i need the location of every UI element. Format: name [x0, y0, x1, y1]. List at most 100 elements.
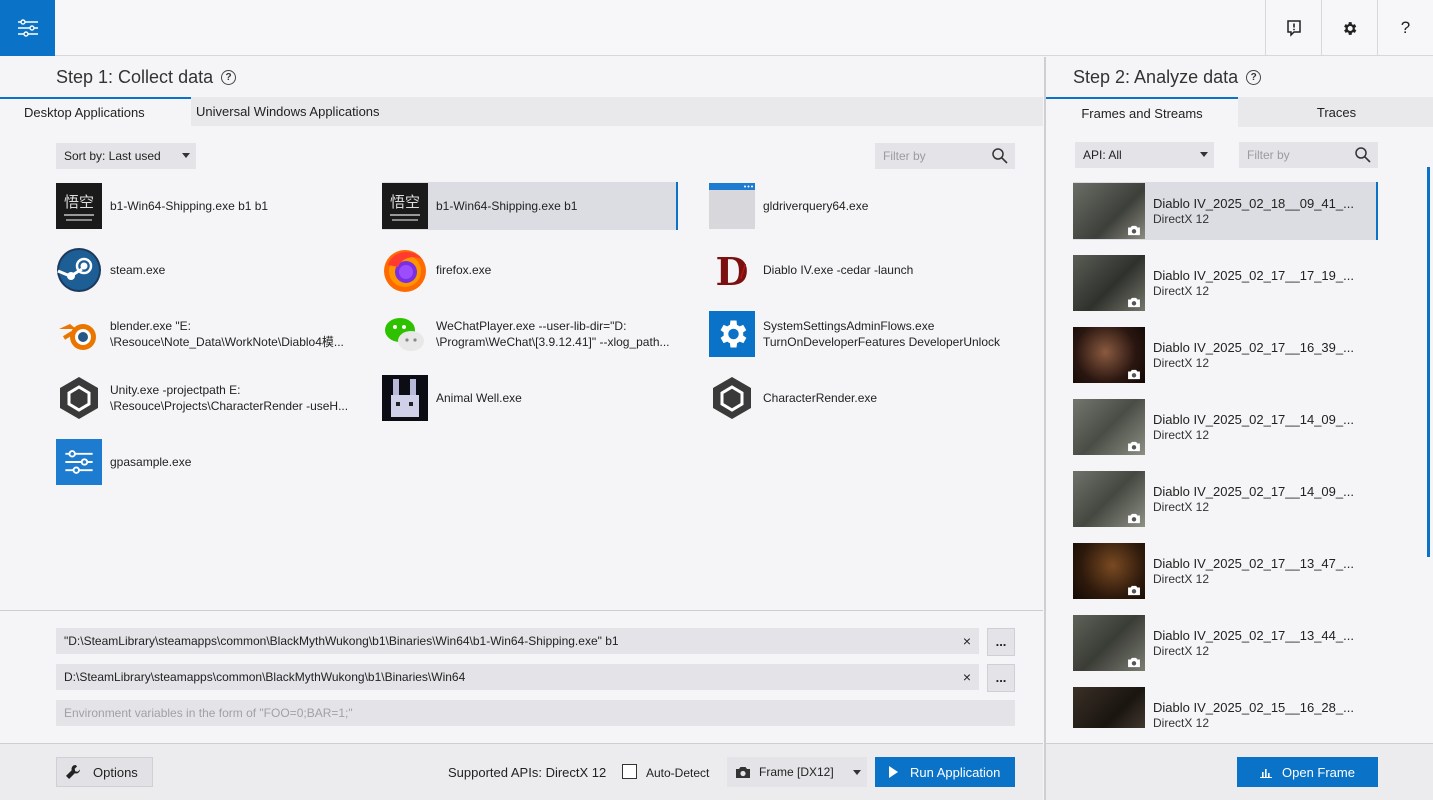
camera-icon — [1128, 657, 1140, 668]
frame-thumbnail — [1073, 615, 1145, 671]
sliders-icon — [17, 19, 38, 37]
divider — [0, 610, 1043, 611]
app-label: Diablo IV.exe -cedar -launch — [763, 263, 914, 277]
tab-desktop-applications[interactable]: Desktop Applications — [0, 97, 191, 126]
app-item[interactable]: steam.exe — [56, 246, 356, 294]
help-circle-icon[interactable]: ? — [221, 70, 237, 85]
unity-icon — [56, 375, 102, 421]
open-frame-label: Open Frame — [1282, 764, 1355, 780]
app-filter-input[interactable]: Filter by — [875, 143, 1015, 169]
supported-apis-text: Supported APIs: DirectX 12 — [448, 765, 607, 780]
command-line-field[interactable]: "D:\SteamLibrary\steamapps\common\BlackM… — [56, 628, 979, 654]
working-directory-value: D:\SteamLibrary\steamapps\common\BlackMy… — [64, 670, 466, 684]
frame-item[interactable]: Diablo IV_2025_02_18__09_41_... DirectX 1… — [1073, 182, 1378, 240]
frame-api: DirectX 12 — [1153, 716, 1210, 728]
play-icon — [889, 766, 898, 778]
help-button[interactable]: ? — [1377, 0, 1433, 56]
settings-button[interactable] — [1321, 0, 1377, 56]
sort-dropdown[interactable]: Sort by: Last used — [56, 143, 196, 169]
step2-action-bar: Open Frame — [1046, 743, 1433, 800]
working-directory-field[interactable]: D:\SteamLibrary\steamapps\common\BlackMy… — [56, 664, 979, 690]
app-item[interactable]: 悟空 b1-Win64-Shipping.exe b1 — [382, 182, 678, 230]
frame-item[interactable]: Diablo IV_2025_02_17__13_47_... DirectX 1… — [1073, 542, 1378, 600]
app-item[interactable]: Unity.exe -projectpath E: \Resouce\Proje… — [56, 374, 356, 422]
help-circle-icon[interactable]: ? — [1246, 70, 1262, 85]
filter-placeholder: Filter by — [883, 149, 926, 163]
frame-api: DirectX 12 — [1153, 212, 1210, 226]
chevron-down-icon — [182, 153, 190, 158]
run-application-label: Run Application — [910, 764, 1001, 780]
open-frame-button[interactable]: Open Frame — [1237, 757, 1378, 787]
app-label: CharacterRender.exe — [763, 391, 878, 405]
frame-name: Diablo IV_2025_02_17__16_39_... — [1153, 340, 1354, 355]
tab-universal-windows-applications[interactable]: Universal Windows Applications — [191, 97, 1043, 126]
api-filter-dropdown[interactable]: API: All — [1075, 142, 1214, 168]
auto-detect-checkbox[interactable] — [622, 764, 637, 779]
main-menu-button[interactable] — [0, 0, 55, 56]
app-label: SystemSettingsAdminFlows.exe TurnOnDevel… — [763, 319, 1000, 349]
app-item[interactable]: WeChatPlayer.exe --user-lib-dir="D: \Pro… — [382, 310, 678, 358]
environment-variables-field[interactable]: Environment variables in the form of "FO… — [56, 700, 1015, 726]
frames-scrollbar[interactable] — [1427, 167, 1430, 557]
tab-traces[interactable]: Traces — [1238, 97, 1433, 127]
camera-icon — [1128, 513, 1140, 524]
wrench-icon — [66, 765, 80, 779]
frame-name: Diablo IV_2025_02_17__13_44_... — [1153, 628, 1354, 643]
clear-icon[interactable]: × — [963, 669, 971, 685]
app-item[interactable]: Animal Well.exe — [382, 374, 678, 422]
tab-frames-and-streams[interactable]: Frames and Streams — [1046, 97, 1238, 127]
camera-icon — [1128, 369, 1140, 380]
app-label: b1-Win64-Shipping.exe b1 — [436, 199, 578, 213]
bar-chart-icon — [1260, 768, 1272, 778]
step1-header: Step 1: Collect data ? — [56, 67, 237, 88]
app-label: Animal Well.exe — [436, 391, 522, 405]
app-item[interactable]: 悟空 b1-Win64-Shipping.exe b1 b1 — [56, 182, 356, 230]
steam-icon — [56, 247, 102, 293]
frame-item[interactable]: Diablo IV_2025_02_15__16_28_... DirectX 1… — [1073, 686, 1378, 728]
diablo-icon: D / — [709, 247, 755, 293]
auto-detect-label: Auto-Detect — [646, 766, 710, 780]
app-item[interactable]: gpasample.exe — [56, 438, 356, 486]
frame-item[interactable]: Diablo IV_2025_02_17__14_09_... DirectX 1… — [1073, 398, 1378, 456]
step2-header: Step 2: Analyze data ? — [1073, 67, 1262, 88]
app-item[interactable]: blender.exe "E: \Resouce\Note_Data\WorkN… — [56, 310, 356, 358]
app-item[interactable]: gldriverquery64.exe — [709, 182, 1015, 230]
camera-icon — [1128, 225, 1140, 236]
browse-executable-button[interactable]: ... — [987, 628, 1015, 656]
frame-item[interactable]: Diablo IV_2025_02_17__13_44_... DirectX 1… — [1073, 614, 1378, 672]
options-button[interactable]: Options — [56, 757, 153, 787]
browse-directory-button[interactable]: ... — [987, 664, 1015, 692]
feedback-icon — [1286, 19, 1301, 37]
options-label: Options — [93, 764, 138, 780]
app-item[interactable]: D / Diablo IV.exe -cedar -launch — [709, 246, 1015, 294]
app-item[interactable]: firefox.exe — [382, 246, 678, 294]
app-label: WeChatPlayer.exe --user-lib-dir="D: \Pro… — [436, 319, 670, 349]
capture-mode-value: Frame [DX12] — [759, 765, 834, 779]
collect-data-panel: Step 1: Collect data ? Desktop Applicati… — [0, 57, 1043, 800]
app-item[interactable]: CharacterRender.exe — [709, 374, 1015, 422]
clear-icon[interactable]: × — [963, 633, 971, 649]
frame-thumbnail — [1073, 687, 1145, 728]
run-application-button[interactable]: Run Application — [875, 757, 1015, 787]
animal-well-icon — [382, 375, 428, 421]
camera-icon — [1128, 297, 1140, 308]
frames-list: Diablo IV_2025_02_18__09_41_... DirectX 1… — [1046, 180, 1433, 728]
frame-item[interactable]: Diablo IV_2025_02_17__16_39_... DirectX 1… — [1073, 326, 1378, 384]
frame-thumbnail — [1073, 471, 1145, 527]
filter-placeholder: Filter by — [1247, 148, 1290, 162]
feedback-button[interactable] — [1265, 0, 1321, 56]
app-item[interactable]: SystemSettingsAdminFlows.exe TurnOnDevel… — [709, 310, 1015, 358]
frame-name: Diablo IV_2025_02_17__17_19_... — [1153, 268, 1354, 283]
app-type-tabs: Desktop Applications Universal Windows A… — [0, 97, 1043, 126]
sort-label: Sort by: Last used — [64, 149, 161, 163]
frame-item[interactable]: Diablo IV_2025_02_17__17_19_... DirectX 1… — [1073, 254, 1378, 312]
frame-item[interactable]: Diablo IV_2025_02_17__14_09_... DirectX 1… — [1073, 470, 1378, 528]
app-label: gldriverquery64.exe — [763, 199, 869, 213]
capture-mode-dropdown[interactable]: Frame [DX12] — [727, 757, 867, 787]
wukong-icon: 悟空 — [56, 183, 102, 229]
frame-filter-input[interactable]: Filter by — [1239, 142, 1378, 168]
analyze-data-panel: Step 2: Analyze data ? Frames and Stream… — [1044, 57, 1433, 800]
app-label: blender.exe "E: \Resouce\Note_Data\WorkN… — [110, 319, 344, 349]
gear-icon — [1344, 21, 1357, 35]
search-icon — [1355, 147, 1371, 163]
